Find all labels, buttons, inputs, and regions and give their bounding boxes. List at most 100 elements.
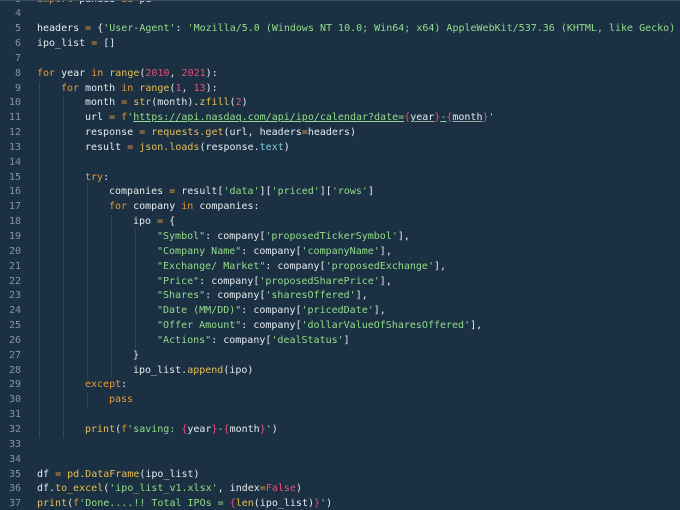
code-token: for [109,201,128,213]
code-line[interactable]: 16 companies = result['data']['priced']['… [0,185,680,201]
code-token: 13 [193,82,206,94]
code-token: headers [37,23,86,35]
code-line[interactable]: 34 [0,453,680,468]
code-token: : [175,23,188,35]
line-number: 28 [8,364,21,376]
code-line[interactable]: 29 except: [0,378,680,394]
code-text: } [133,349,139,364]
code-line[interactable]: 25 "Offer Amount": company['dollarValueOf… [0,319,680,334]
code-token: str [133,97,152,109]
code-line[interactable]: 7 [0,52,680,67]
indent-guide [39,170,40,186]
code-line[interactable]: 24 "Date (MM/DD)": company['pricedDate'], [0,304,680,320]
code-line[interactable]: 37 print(f'Done....!! Total IPOs = {len(i… [0,497,680,510]
code-token: result[ [175,186,224,198]
line-number: 21 [8,260,21,272]
code-token: month [85,97,122,109]
code-line[interactable]: 27} [0,348,680,364]
code-token: 'dealStatus' [271,334,344,346]
code-line[interactable]: 12 response = requests.get(url, headers=h… [0,126,680,141]
indent-guide [87,289,88,305]
code-token: , index [217,483,260,495]
line-number: 35 [8,468,21,480]
code-token: url [85,112,110,124]
line-number: 24 [8,305,21,317]
indent-guide [39,81,40,97]
code-token: in [181,201,194,213]
code-token: ' [488,112,495,124]
code-text: print(f'saving: {year}-{month}') [85,423,278,438]
indent-guide [111,259,112,275]
code-token: except [85,379,122,391]
code-line[interactable]: 32 print(f'saving: {year}-{month}') [0,422,680,438]
code-line[interactable]: 26 "Actions": company['dealStatus'] [0,333,680,349]
indent-guide [39,304,40,320]
code-line[interactable]: 33 [0,438,680,453]
indent-guide [39,155,40,171]
indent-guide [63,319,64,334]
code-line[interactable]: 21 "Exchange/ Market": company['proposedE… [0,259,680,275]
code-token: 'pricedDate' [301,305,374,317]
indent-guide [87,230,88,245]
line-number: 3 [0,1,21,7]
line-number: 18 [8,216,21,228]
line-number: 22 [8,275,21,287]
code-line[interactable]: 35 df = pd.DataFrame(ipo_list) [0,468,680,483]
code-line[interactable]: 36 df.to_excel('ipo_list_v1.xlsx', index=… [0,482,680,497]
code-line[interactable]: 18 ipo = { [0,215,680,230]
indent-guide [39,215,40,230]
code-text: for company in companies: [109,200,260,215]
line-number: 5 [14,23,21,35]
code-token: 'Done....!! Total IPOs = [79,498,230,510]
code-line[interactable]: 31 [0,408,680,423]
code-line[interactable]: 23 "Shares": company['sharesOffered'], [0,289,680,305]
indent-guide [111,230,112,245]
code-token: len [235,498,254,510]
code-token: response [85,127,140,139]
code-line[interactable]: 28 ipo_list.append(ipo) [0,363,680,379]
code-token: : company[ [265,260,326,272]
code-line[interactable]: 9 for month in range(1, 13): [0,81,680,97]
code-token: ][ [259,186,272,198]
code-line[interactable]: 17 for company in companies: [0,200,680,216]
indent-guide [63,140,64,156]
code-line[interactable]: 15 try: [0,170,680,186]
code-line[interactable]: 3 import pandas as pd [0,1,680,7]
code-token: year [410,112,435,124]
line-number: 16 [8,186,21,198]
code-line[interactable]: 10 month = str(month).zfill(2) [0,96,680,112]
code-line[interactable]: 13 result = json.loads(response.text) [0,140,680,156]
code-text: ipo = { [133,215,175,230]
line-number: 23 [8,290,21,302]
code-lines: 3 import pandas as pd 4 5 headers = {'User-A… [0,1,680,510]
code-token: "Actions" [157,334,212,346]
code-token: json.loads [139,141,200,153]
code-line[interactable]: 14 [0,155,680,171]
code-token: ], [355,290,368,302]
code-line[interactable]: 6 ipo_list = [] [0,37,680,52]
code-line[interactable]: 8 for year in range(2010, 2021): [0,67,680,82]
code-token: False [265,483,296,495]
code-token: ], [379,245,392,257]
indent-guide [63,333,64,349]
code-editor[interactable]: 3 import pandas as pd 4 5 headers = {'User-A… [0,0,680,510]
code-token: : [121,379,128,391]
code-token: ) [283,141,290,153]
code-line[interactable]: 4 [0,7,680,22]
code-line[interactable]: 22 "Price": company['proposedSharePrice']… [0,274,680,290]
indent-guide [135,319,136,334]
line-number: 31 [8,409,21,421]
code-token: print [37,498,68,510]
indent-guide [135,244,136,260]
code-line[interactable]: 11 url = f'https://api.nasdaq.com/api/ipo… [0,111,680,127]
indent-guide [111,304,112,320]
indent-guide [111,289,112,305]
code-line[interactable]: 20 "Company Name": company['companyName']… [0,244,680,260]
code-token: 'ipo_list_v1.xlsx' [109,483,218,495]
code-token: (ipo_list) [253,498,314,510]
indent-guide [87,259,88,275]
code-line[interactable]: 19 "Symbol": company['proposedTickerSymbo… [0,230,680,245]
code-line[interactable]: 5 headers = {'User-Agent': 'Mozilla/5.0 (… [0,22,680,37]
code-text: for year in range(2010, 2021): [37,67,218,82]
code-line[interactable]: 30 pass [0,393,680,409]
